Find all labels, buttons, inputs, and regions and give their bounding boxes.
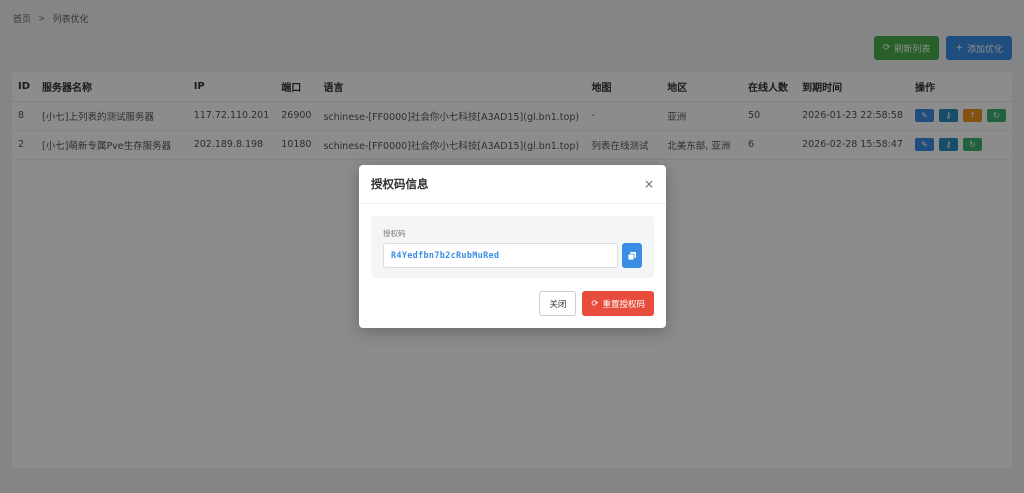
close-button[interactable]: 关闭 <box>539 291 577 316</box>
license-code-label: 授权码 <box>383 229 406 238</box>
copy-button[interactable] <box>622 243 642 268</box>
refresh-icon: ⟳ <box>591 298 599 309</box>
reset-label: 重置授权码 <box>602 299 645 310</box>
license-code-modal: 授权码信息 × 授权码 R4Yedfbn7b2cRubMuRed 关闭 ⟳ 重置… <box>359 165 666 328</box>
modal-header: 授权码信息 × <box>359 165 666 204</box>
modal-title: 授权码信息 <box>371 177 429 191</box>
license-code-panel: 授权码 R4Yedfbn7b2cRubMuRed <box>371 216 654 278</box>
reset-license-code-button[interactable]: ⟳ 重置授权码 <box>582 291 654 316</box>
modal-footer: 关闭 ⟳ 重置授权码 <box>539 291 654 316</box>
close-icon[interactable]: × <box>644 177 654 191</box>
license-code-field[interactable]: R4Yedfbn7b2cRubMuRed <box>383 243 618 268</box>
copy-icon <box>627 251 636 260</box>
